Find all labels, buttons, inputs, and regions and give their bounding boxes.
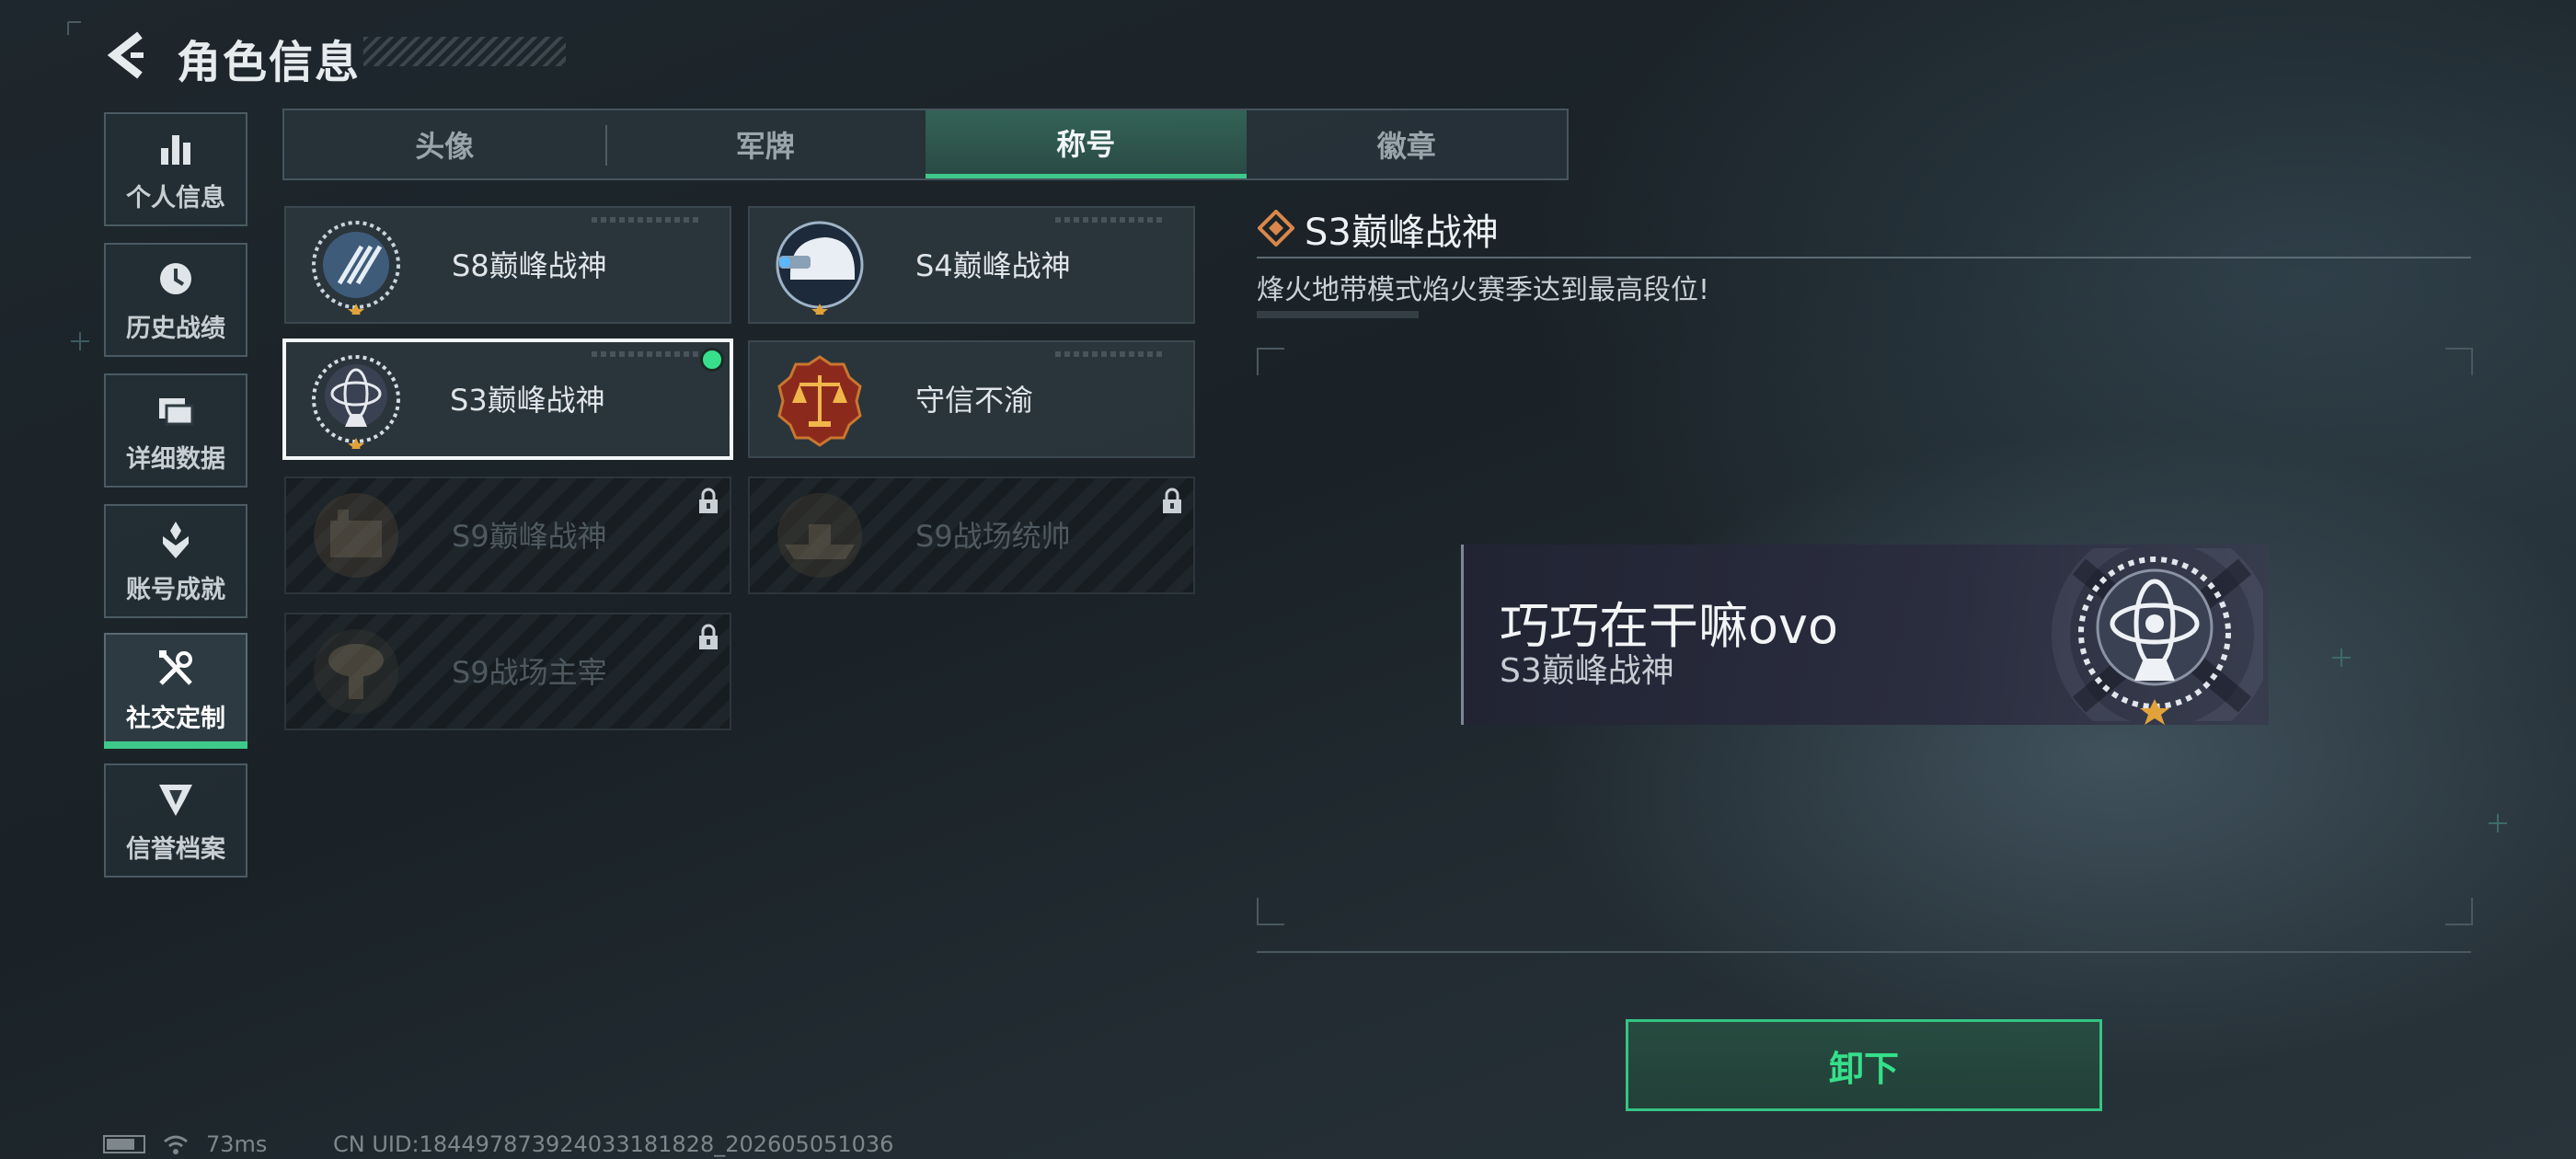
- frame-corner-deco: [67, 21, 81, 35]
- title-card-s3-peak[interactable]: S3巅峰战神: [282, 339, 733, 460]
- detail-title: S3巅峰战神: [1305, 212, 1499, 254]
- title-card-name: S3巅峰战神: [450, 383, 605, 418]
- status-bar: 73ms: [103, 1131, 267, 1157]
- back-arrow-icon: [107, 31, 144, 79]
- preview-title: S3巅峰战神: [1500, 652, 1674, 690]
- sidebar-item-label: 信誉档案: [126, 835, 225, 864]
- sidebar-item-label: 历史战绩: [126, 315, 225, 343]
- title-card-s9-peak[interactable]: S9巅峰战神: [284, 476, 731, 594]
- player-uid: CN UID:184497873924033181828_20260505103…: [333, 1131, 894, 1157]
- armillary-badge-icon: [2078, 557, 2231, 725]
- unequip-button[interactable]: 卸下: [1626, 1019, 2102, 1111]
- lock-icon: [699, 624, 718, 649]
- cross-deco: [71, 332, 89, 350]
- title-decoration: [363, 37, 566, 66]
- title-card-s8-peak[interactable]: S8巅峰战神: [284, 206, 731, 324]
- detail-description: 烽火地带模式焰火赛季达到最高段位!: [1257, 274, 1710, 306]
- tab-title[interactable]: 称号: [926, 110, 1247, 178]
- title-card-name: S9战场主宰: [452, 655, 607, 690]
- bar-chart-icon: [161, 135, 190, 165]
- detail-decoration: [1257, 311, 1419, 318]
- tools-icon: [159, 650, 192, 685]
- building-badge-icon: [314, 493, 398, 578]
- tab-dog-tag[interactable]: 军牌: [604, 110, 926, 178]
- card-decoration: [1055, 217, 1166, 223]
- preview-bottom-line: [1257, 951, 2471, 953]
- equipped-indicator: [700, 348, 724, 372]
- folder-icon: [159, 398, 194, 426]
- tab-avatar[interactable]: 头像: [284, 110, 605, 178]
- preview-frame-corner: [1257, 898, 1284, 925]
- sidebar-item-history[interactable]: 历史战绩: [104, 243, 247, 357]
- armillary-badge-icon: [312, 355, 400, 449]
- sidebar-item-label: 社交定制: [126, 705, 225, 733]
- mushroom-cloud-badge-icon: [314, 629, 398, 714]
- wifi-icon: [164, 1135, 188, 1154]
- sidebar-item-label: 账号成就: [126, 576, 225, 604]
- title-card-s9-dominator[interactable]: S9战场主宰: [284, 613, 731, 730]
- card-decoration: [592, 351, 702, 357]
- card-decoration: [592, 217, 702, 223]
- tab-bar: 头像 军牌 称号 徽章: [282, 109, 1569, 180]
- back-button[interactable]: [103, 28, 158, 83]
- title-card-s9-commander[interactable]: S9战场统帅: [748, 476, 1195, 594]
- title-card-keep-faith[interactable]: 守信不渝: [748, 340, 1195, 458]
- helmet-badge-icon: [776, 221, 864, 315]
- sidebar-item-credit-record[interactable]: 信誉档案: [104, 763, 247, 878]
- tab-emblem[interactable]: 徽章: [1247, 110, 1568, 178]
- sidebar-item-profile[interactable]: 个人信息: [104, 112, 247, 226]
- title-card-name: S8巅峰战神: [452, 248, 607, 283]
- title-detail-icon: [1258, 210, 1294, 247]
- lock-icon: [699, 488, 718, 513]
- ping-text: 73ms: [206, 1131, 268, 1157]
- sidebar-item-achievements[interactable]: 账号成就: [104, 504, 247, 618]
- sidebar-item-label: 个人信息: [126, 184, 225, 212]
- title-card-s4-peak[interactable]: S4巅峰战神: [748, 206, 1195, 324]
- page-title: 角色信息: [177, 37, 362, 88]
- detail-divider: [1257, 257, 2471, 258]
- clock-icon: [160, 263, 191, 294]
- title-card-name: S9巅峰战神: [452, 519, 607, 554]
- lock-icon: [1163, 488, 1181, 513]
- warship-badge-icon: [777, 493, 862, 578]
- sidebar-item-label: 详细数据: [126, 445, 225, 474]
- scales-badge-icon: [777, 355, 862, 447]
- sidebar-item-social-custom[interactable]: 社交定制: [104, 633, 247, 747]
- preview-frame-corner: [2445, 348, 2473, 375]
- card-decoration: [1055, 351, 1166, 357]
- title-card-name: 守信不渝: [915, 383, 1034, 418]
- sidebar-item-details[interactable]: 详细数据: [104, 373, 247, 488]
- sidebar-active-indicator: [104, 741, 247, 749]
- s8-peak-badge-icon: [312, 221, 400, 315]
- preview-frame-corner: [2445, 898, 2473, 925]
- battery-icon: [103, 1135, 145, 1153]
- title-card-name: S9战场统帅: [915, 519, 1071, 554]
- preview-frame-corner: [1257, 348, 1284, 375]
- cross-deco: [2489, 814, 2507, 832]
- shield-icon: [159, 785, 192, 816]
- cross-deco: [2332, 648, 2351, 667]
- achievement-icon: [163, 522, 189, 558]
- title-card-name: S4巅峰战神: [915, 248, 1071, 283]
